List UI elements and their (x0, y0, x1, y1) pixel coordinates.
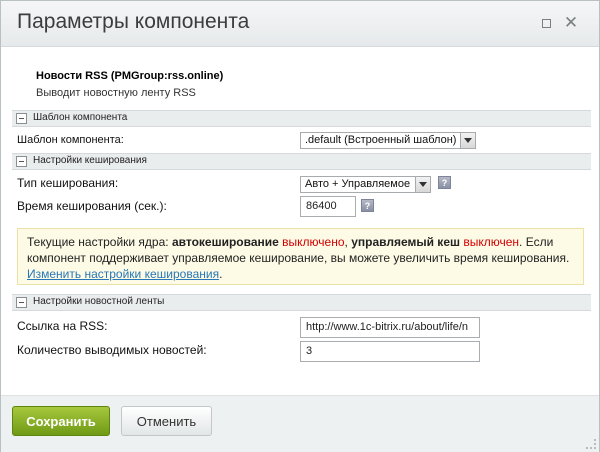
cache-type-select[interactable]: Авто + Управляемое (300, 176, 431, 193)
collapse-icon[interactable] (16, 156, 27, 167)
news-count-label: Количество выводимых новостей: (17, 343, 207, 357)
help-icon[interactable]: ? (438, 176, 451, 189)
collapse-icon[interactable] (16, 113, 27, 124)
save-button[interactable]: Сохранить (12, 406, 110, 436)
help-icon[interactable]: ? (361, 199, 374, 212)
notice-status-off: выключен (463, 235, 520, 249)
resize-grip-icon[interactable] (586, 439, 596, 449)
template-select[interactable]: .default (Встроенный шаблон) (300, 132, 476, 149)
template-select-value: .default (Встроенный шаблон) (305, 134, 457, 146)
cache-type-label: Тип кеширования: (17, 176, 119, 190)
template-label: Шаблон компонента: (17, 134, 124, 146)
rss-url-label: Ссылка на RSS: (17, 319, 108, 333)
change-cache-settings-link[interactable]: Изменить настройки кеширования (27, 267, 219, 281)
section-title: Настройки новостной ленты (33, 296, 165, 307)
notice-text: . (219, 267, 223, 281)
chevron-down-icon[interactable] (415, 177, 430, 192)
component-name: Новости RSS (PMGroup:rss.online) (36, 70, 224, 82)
cache-time-label: Время кеширования (сек.): (17, 199, 167, 213)
rss-url-input[interactable]: http://www.1c-bitrix.ru/about/life/n (300, 317, 480, 338)
maximize-square (541, 19, 551, 28)
cache-time-input[interactable]: 86400 (300, 196, 356, 217)
dialog-title: Параметры компонента (17, 10, 250, 33)
section-template-header[interactable]: Шаблон компонента (12, 110, 591, 127)
title-bar[interactable]: Параметры компонента ✕ (1, 1, 599, 47)
close-icon[interactable]: ✕ (562, 14, 580, 32)
section-feed-header[interactable]: Настройки новостной ленты (12, 294, 591, 311)
news-count-input[interactable]: 3 (300, 341, 480, 362)
section-title: Настройки кеширования (33, 155, 147, 166)
component-settings-dialog: Параметры компонента ✕ Новости RSS (PMGr… (0, 0, 600, 452)
collapse-icon[interactable] (16, 297, 27, 308)
notice-text: Текущие настройки ядра: (27, 235, 172, 249)
section-title: Шаблон компонента (33, 112, 128, 123)
section-caching-header[interactable]: Настройки кеширования (12, 153, 591, 170)
notice-status-off: выключено (282, 235, 345, 249)
maximize-icon[interactable] (537, 14, 555, 32)
cache-type-value: Авто + Управляемое (305, 178, 411, 190)
cancel-button[interactable]: Отменить (121, 406, 212, 436)
cache-notice: Текущие настройки ядра: автокеширование … (17, 228, 584, 285)
component-description: Выводит новостную ленту RSS (36, 87, 196, 99)
dialog-footer: Сохранить Отменить (1, 395, 599, 452)
chevron-down-icon[interactable] (460, 133, 475, 148)
notice-autocache: автокеширование (171, 235, 279, 249)
notice-managed-cache: управляемый кеш (351, 235, 460, 249)
